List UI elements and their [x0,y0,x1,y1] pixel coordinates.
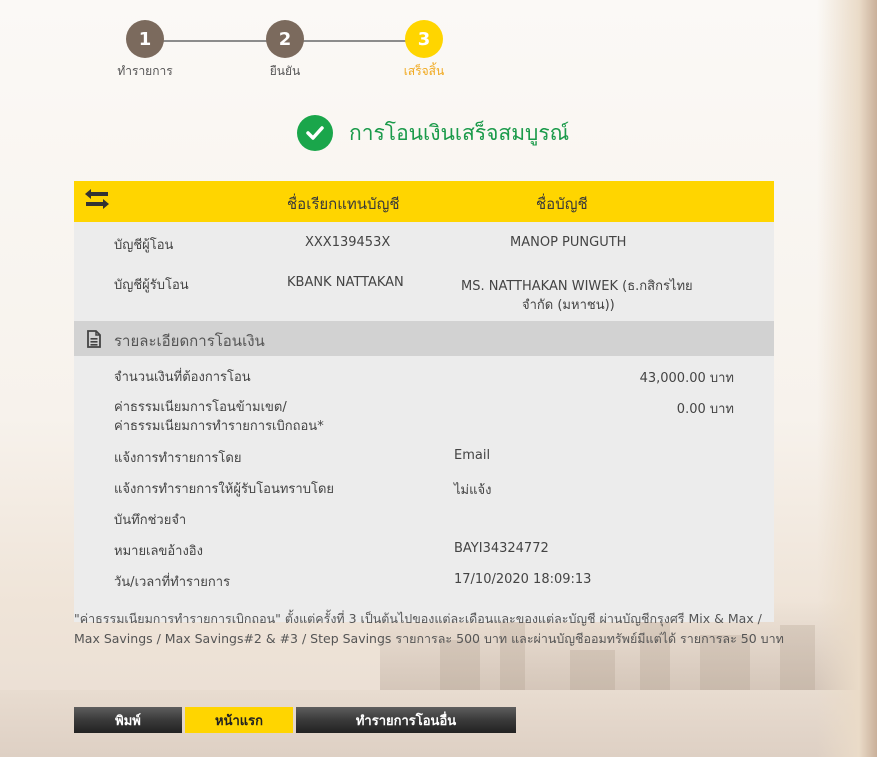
step-number: 1 [126,20,164,58]
column-header-account-name: ชื่อบัญชี [536,195,588,213]
datetime-label: วัน/เวลาที่ทำรายการ [114,575,231,590]
to-account-label: บัญชีผู้รับโอน [114,278,189,293]
memo-label: บันทึกช่วยจำ [114,513,187,528]
step-label: ยืนยัน [269,64,301,78]
amount-label: จำนวนเงินที่ต้องการโอน [114,370,251,385]
notify-value: Email [454,448,491,463]
step-number: 3 [405,20,443,58]
check-circle-icon [297,115,333,151]
fee-footnote-line1: "ค่าธรรมเนียมการทำรายการเบิกถอน" ตั้งแต่… [74,611,762,626]
accounts-table: บัญชีผู้โอน XXX139453X MANOP PUNGUTH บัญ… [74,222,774,321]
to-account-name-line2: จำกัด (มหาชน)) [522,298,615,313]
details-section-title: รายละเอียดการโอนเงิน [114,332,265,350]
datetime-value: 17/10/2020 18:09:13 [454,572,592,587]
step-number: 2 [266,20,304,58]
transfer-details: จำนวนเงินที่ต้องการโอน 43,000.00 บาท ค่า… [74,356,774,622]
column-header-alias: ชื่อเรียกแทนบัญชี [287,195,400,213]
print-button[interactable]: พิมพ์ [74,707,182,733]
notify-label: แจ้งการทำรายการโดย [114,451,242,466]
step-label: เสร็จสิ้น [403,64,445,78]
step-label: ทำรายการ [117,64,173,78]
from-account-label: บัญชีผู้โอน [114,238,174,253]
accounts-header: ชื่อเรียกแทนบัญชี ชื่อบัญชี [74,181,774,222]
fee-label-line2: ค่าธรรมเนียมการทำรายการเบิกถอน* [114,419,324,434]
step-1: 1 ทำรายการ [105,20,185,81]
progress-stepper: 1 ทำรายการ 2 ยืนยัน 3 เสร็จสิ้น [105,20,465,80]
to-account-alias: KBANK NATTAKAN [287,275,404,290]
home-button[interactable]: หน้าแรก [185,707,293,733]
reference-label: หมายเลขอ้างอิง [114,544,203,559]
from-account-name: MANOP PUNGUTH [510,235,627,250]
document-icon [86,330,102,352]
swap-arrows-icon [82,186,112,216]
background-right-edge [817,0,877,757]
notify-recipient-value: ไม่แจ้ง [454,483,492,498]
step-2: 2 ยืนยัน [245,20,325,81]
details-section-header: รายละเอียดการโอนเงิน [74,321,774,356]
notify-recipient-label: แจ้งการทำรายการให้ผู้รับโอนทราบโดย [114,482,335,497]
success-title: การโอนเงินเสร็จสมบูรณ์ [349,120,570,145]
fee-footnote-line2: Max Savings / Max Savings#2 & #3 / Step … [74,631,784,646]
success-banner: การโอนเงินเสร็จสมบูรณ์ [297,115,569,151]
amount-value: 43,000.00 บาท [639,371,734,386]
transfer-summary-panel: ชื่อเรียกแทนบัญชี ชื่อบัญชี บัญชีผู้โอน … [74,181,774,622]
from-account-alias: XXX139453X [305,235,391,250]
fee-footnote: "ค่าธรรมเนียมการทำรายการเบิกถอน" ตั้งแต่… [74,609,784,649]
fee-label-line1: ค่าธรรมเนียมการโอนข้ามเขต/ [114,400,287,415]
step-3: 3 เสร็จสิ้น [384,20,464,81]
reference-value: BAYI34324772 [454,541,549,556]
fee-value: 0.00 บาท [676,402,734,417]
other-transfer-button[interactable]: ทำรายการโอนอื่น [296,707,516,733]
to-account-name-line1: MS. NATTHAKAN WIWEK (ธ.กสิกรไทย [461,279,693,294]
